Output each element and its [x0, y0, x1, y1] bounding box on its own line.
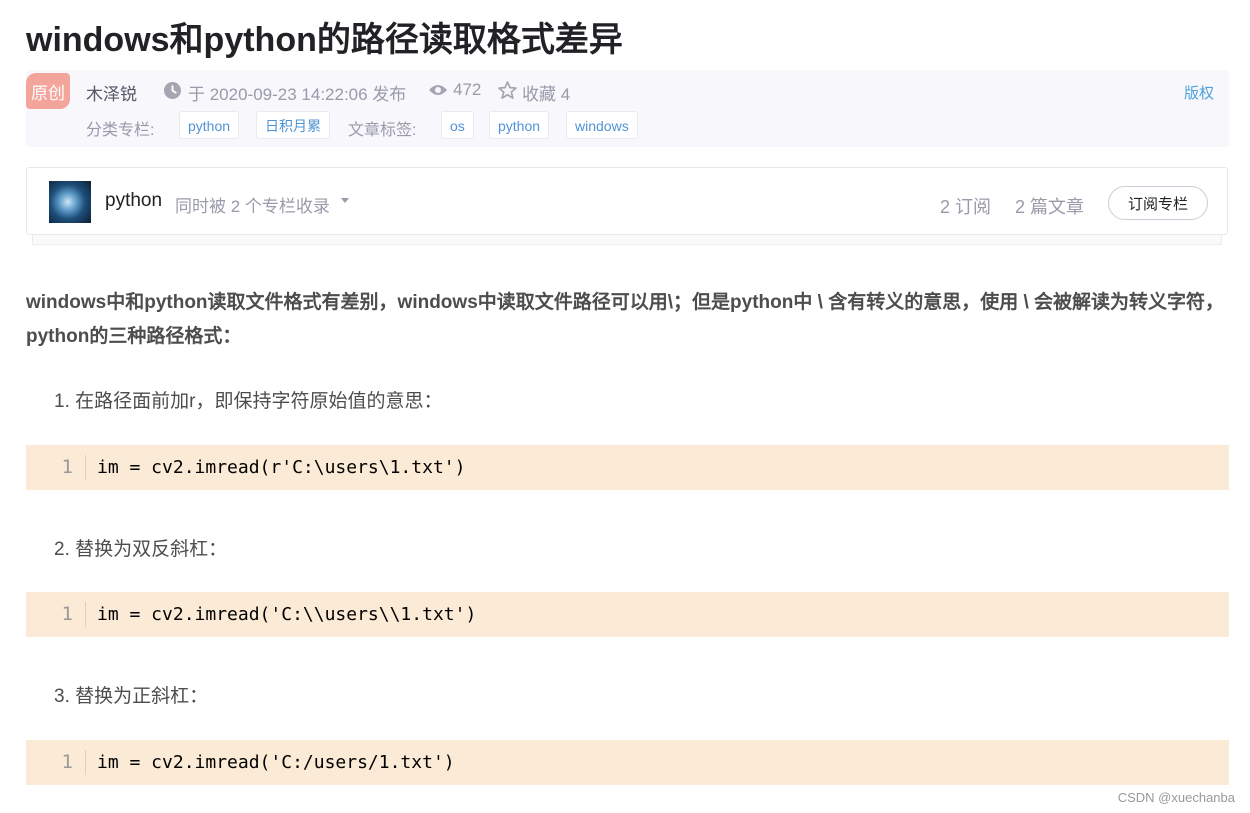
column-name[interactable]: python [105, 190, 162, 212]
code-line: im = cv2.imread('C:\\users\\1.txt') [97, 604, 477, 625]
category-tag[interactable]: python [179, 111, 240, 139]
step-text: 2. 替换为双反斜杠： [54, 539, 228, 560]
author-link[interactable]: 木泽锐 [86, 80, 137, 105]
column-card-shadow [32, 234, 1222, 245]
eye-icon [429, 85, 447, 95]
line-number: 1 [26, 750, 86, 775]
tags-label: 文章标签: [348, 122, 417, 139]
intro-paragraph: windows中和python读取文件格式有差别，windows中读取文件路径可… [26, 292, 1225, 347]
copyright-link[interactable]: 版权 [1184, 82, 1214, 103]
column-subscribers: 2 订阅 [940, 197, 992, 217]
caret-down-icon[interactable] [341, 198, 349, 203]
article-tag[interactable]: windows [566, 111, 638, 139]
article-title: windows和python的路径读取格式差异 [26, 21, 623, 59]
original-badge: 原创 [26, 73, 70, 109]
favorite-button[interactable]: 收藏 4 [522, 80, 570, 105]
watermark: CSDN @xuechanba [1117, 790, 1235, 805]
column-thumbnail[interactable] [49, 181, 91, 223]
code-line: im = cv2.imread(r'C:\users\1.txt') [97, 457, 466, 478]
column-card: python 同时被 2 个专栏收录 2 订阅 2 篇文章 订阅专栏 [26, 167, 1228, 235]
code-line: im = cv2.imread('C:/users/1.txt') [97, 752, 455, 773]
article-tag[interactable]: python [489, 111, 550, 139]
step-text: 3. 替换为正斜杠： [54, 686, 209, 707]
article-meta: 原创 木泽锐 于 2020-09-23 14:22:06 发布 472 收藏 4… [26, 70, 1229, 147]
category-tag[interactable]: 日积月累 [256, 111, 330, 139]
article-tag[interactable]: os [441, 111, 474, 139]
code-block: 1 im = cv2.imread('C:\\users\\1.txt') [26, 592, 1229, 637]
step-text: 1. 在路径面前加r，即保持字符原始值的意思： [54, 391, 443, 412]
column-article-count: 2 篇文章 [1015, 197, 1085, 217]
subscribe-column-button[interactable]: 订阅专栏 [1108, 186, 1208, 220]
code-block: 1 im = cv2.imread(r'C:\users\1.txt') [26, 445, 1229, 490]
view-count: 472 [453, 80, 482, 99]
star-icon[interactable] [498, 81, 517, 100]
column-included-dropdown[interactable]: 同时被 2 个专栏收录 [175, 192, 330, 217]
category-label: 分类专栏: [86, 122, 155, 139]
line-number: 1 [26, 455, 86, 480]
code-block: 1 im = cv2.imread('C:/users/1.txt') [26, 740, 1229, 785]
clock-icon [164, 82, 181, 99]
publish-date: 于 2020-09-23 14:22:06 发布 [188, 85, 407, 104]
line-number: 1 [26, 602, 86, 627]
